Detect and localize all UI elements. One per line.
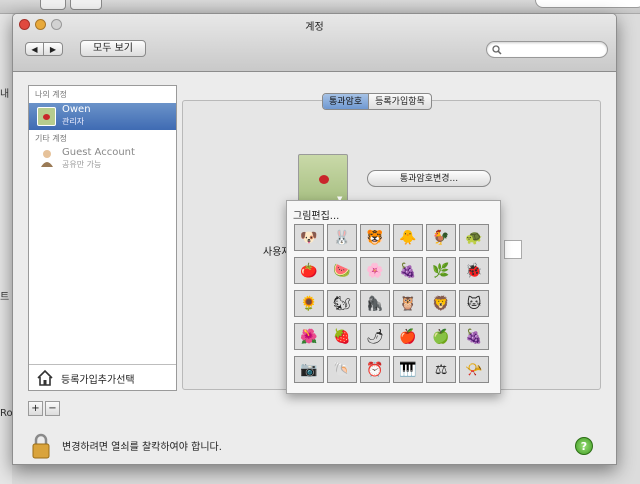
account-guest[interactable]: Guest Account 공유만 가능: [29, 145, 176, 171]
house-icon: [37, 369, 53, 386]
ladybug-icon[interactable]: 🐞: [459, 257, 489, 284]
forward-button[interactable]: ▶: [44, 42, 63, 56]
edit-picture-item[interactable]: 그림편집...: [293, 207, 339, 222]
background-eye-button: [40, 0, 66, 10]
rooster-icon[interactable]: 🐓: [426, 224, 456, 251]
background-text: Ro: [0, 408, 13, 419]
cat-icon[interactable]: 🐱: [459, 290, 489, 317]
sunflower-icon[interactable]: 🌻: [294, 290, 324, 317]
user-name-field[interactable]: [504, 240, 522, 259]
account-list: 나의 계정 Owen 관리자 기타 계정 Guest Account 공유만 가…: [28, 85, 177, 391]
dog-icon[interactable]: 🐶: [294, 224, 324, 251]
tomato-icon[interactable]: 🍅: [294, 257, 324, 284]
lion-icon[interactable]: 🦁: [426, 290, 456, 317]
grapes-purple-icon[interactable]: 🍇: [459, 323, 489, 350]
remove-account-button[interactable]: −: [45, 401, 60, 416]
tiger-icon[interactable]: 🐯: [360, 224, 390, 251]
background-gear-button: [70, 0, 102, 10]
account-name: Owen: [62, 104, 91, 115]
back-button[interactable]: ◀: [25, 42, 44, 56]
ladybug-icon: [43, 114, 50, 120]
my-account-header: 나의 계정: [35, 90, 67, 99]
pink-flower-icon[interactable]: 🌺: [294, 323, 324, 350]
lock-message: 변경하려면 열쇠를 찰칵하여야 합니다.: [62, 442, 222, 453]
ladybug-icon: [319, 175, 329, 184]
chick-icon[interactable]: 🐥: [393, 224, 423, 251]
lock-icon[interactable]: [31, 433, 51, 459]
background-text: 내: [0, 89, 10, 100]
background-search-field: [535, 0, 640, 8]
squirrel-icon[interactable]: 🐿: [327, 290, 357, 317]
change-password-button[interactable]: 통과암호변경...: [367, 170, 491, 187]
guest-person-icon: [41, 150, 53, 167]
login-options-label: 등록가입추가선택: [61, 375, 135, 386]
picture-popup-menu: 그림편집... 🐶 🐰 🐯 🐥 🐓 🐢 🍅 🍉 🌸 🍇 🌿 🐞 🌻 🐿 🦍 🦉 🦁 🐱 🌺 🍓 🌶 🍎 🍏 🍇 📷 🐚 ⏰ 🎹 ⚖ 📯: [286, 200, 501, 394]
search-input[interactable]: [486, 41, 608, 58]
piano-icon[interactable]: 🎹: [393, 356, 423, 383]
account-owen[interactable]: Owen 관리자: [29, 103, 176, 130]
account-name: Guest Account: [62, 147, 135, 158]
scale-icon[interactable]: ⚖: [426, 356, 456, 383]
apple-icon[interactable]: 🍎: [393, 323, 423, 350]
window-title: 계정: [305, 22, 324, 33]
grapes-green-icon[interactable]: 🍇: [393, 257, 423, 284]
owen-avatar: [37, 107, 56, 126]
watermelon-icon[interactable]: 🍉: [327, 257, 357, 284]
leaf-icon[interactable]: 🌿: [426, 257, 456, 284]
tab-login-items[interactable]: 등록가입항목: [369, 94, 431, 109]
show-all-button[interactable]: 모두 보기: [80, 40, 146, 57]
search-icon: [492, 45, 502, 55]
login-options-item[interactable]: 등록가입추가선택: [29, 364, 176, 390]
rabbit-icon[interactable]: 🐰: [327, 224, 357, 251]
green-apple-icon[interactable]: 🍏: [426, 323, 456, 350]
shell-icon[interactable]: 🐚: [327, 356, 357, 383]
tab-bar: 통과암호 등록가입항목: [322, 93, 432, 110]
background-text: 트: [0, 292, 10, 303]
camera-icon[interactable]: 📷: [294, 356, 324, 383]
turtle-icon[interactable]: 🐢: [459, 224, 489, 251]
flower-icon[interactable]: 🌸: [360, 257, 390, 284]
strawberry-icon[interactable]: 🍓: [327, 323, 357, 350]
clock-icon[interactable]: ⏰: [360, 356, 390, 383]
picture-grid: 🐶 🐰 🐯 🐥 🐓 🐢 🍅 🍉 🌸 🍇 🌿 🐞 🌻 🐿 🦍 🦉 🦁 🐱 🌺 🍓 🌶 🍎 🍏 🍇 📷 🐚 ⏰ 🎹 ⚖ 📯: [294, 224, 492, 389]
user-picture-well[interactable]: ▼: [298, 154, 348, 204]
add-account-button[interactable]: +: [28, 401, 43, 416]
account-role: 관리자: [62, 117, 85, 126]
chili-icon[interactable]: 🌶: [360, 323, 390, 350]
owl-icon[interactable]: 🦉: [393, 290, 423, 317]
account-role: 공유만 가능: [62, 160, 102, 169]
other-accounts-header: 기타 계정: [35, 134, 67, 143]
tab-password[interactable]: 통과암호: [323, 94, 370, 109]
help-button[interactable]: ?: [575, 437, 593, 455]
gramophone-icon[interactable]: 📯: [459, 356, 489, 383]
gorilla-icon[interactable]: 🦍: [360, 290, 390, 317]
